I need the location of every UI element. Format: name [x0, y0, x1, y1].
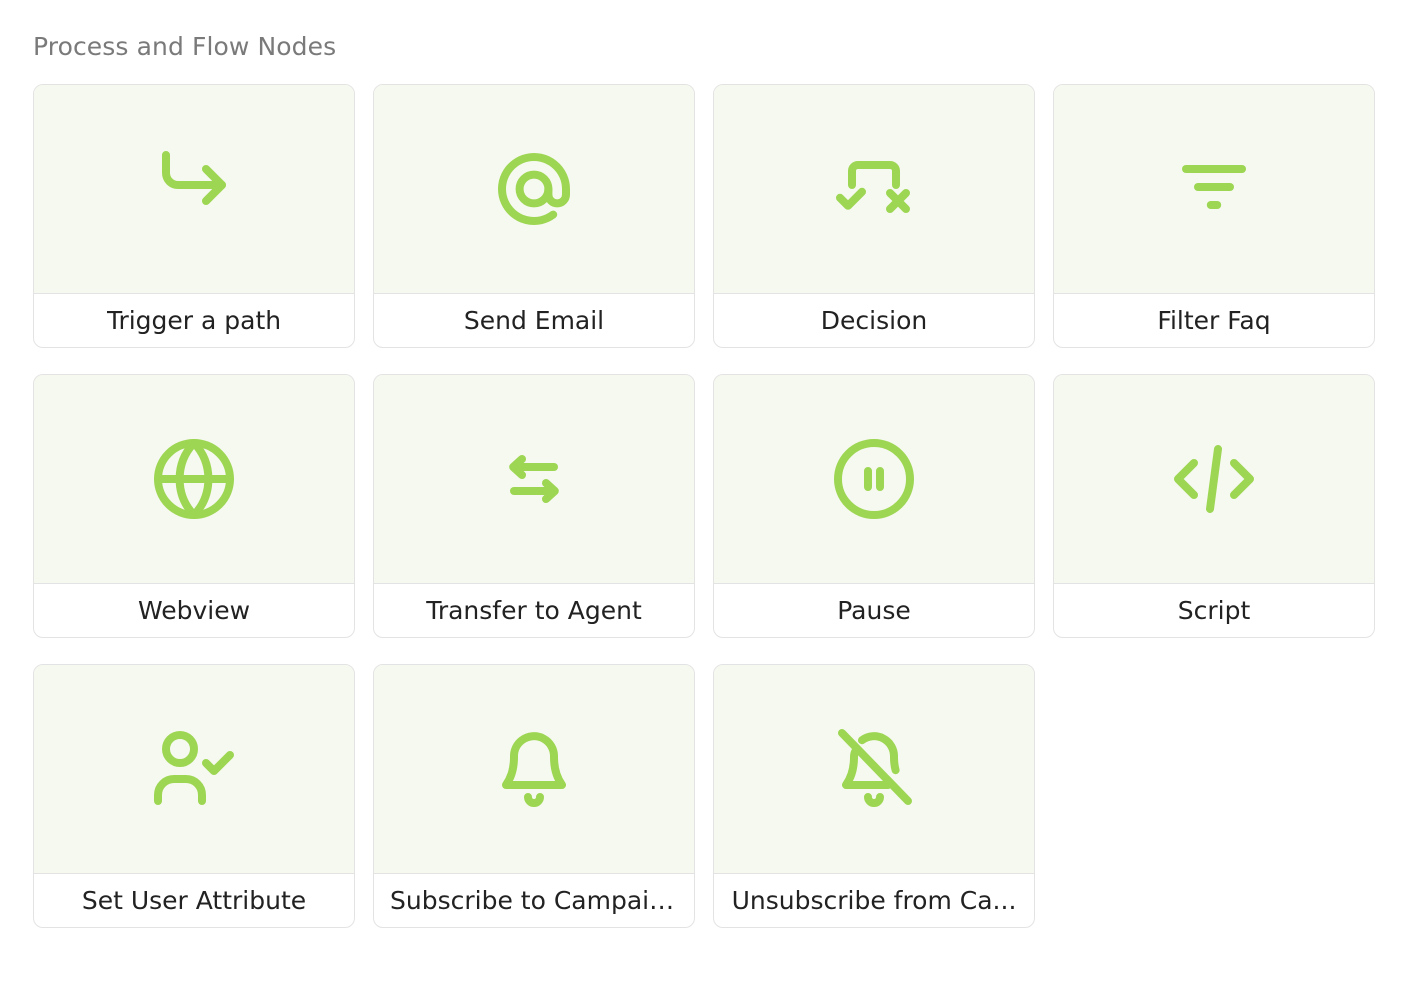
node-card-subscribe-to-campaign[interactable]: Subscribe to Campaign [373, 664, 695, 928]
node-card-set-user-attribute[interactable]: Set User Attribute [33, 664, 355, 928]
check-x-decision-icon [836, 161, 910, 213]
node-icon-area [1054, 375, 1374, 584]
node-label: Webview [137, 596, 251, 625]
node-icon-area [1054, 85, 1374, 294]
node-label: Set User Attribute [81, 886, 307, 915]
node-grid: Trigger a path Send Email Decision Filte… [33, 84, 1375, 928]
node-card-send-email[interactable]: Send Email [373, 84, 695, 348]
node-card-webview[interactable]: Webview [33, 374, 355, 638]
node-icon-area [714, 665, 1034, 874]
node-icon-area [714, 375, 1034, 584]
node-icon-area [34, 85, 354, 294]
code-icon [1174, 445, 1254, 513]
corner-down-right-arrow-icon [162, 151, 226, 205]
node-card-decision[interactable]: Decision [713, 84, 1035, 348]
node-icon-area [34, 375, 354, 584]
node-label: Send Email [463, 306, 605, 335]
node-card-pause[interactable]: Pause [713, 374, 1035, 638]
node-label: Script [1177, 596, 1251, 625]
user-check-icon [154, 731, 234, 805]
node-icon-area [374, 665, 694, 874]
node-icon-area [374, 85, 694, 294]
node-label: Unsubscribe from Ca... [731, 886, 1017, 915]
filter-lines-icon [1182, 165, 1246, 209]
node-icon-area [34, 665, 354, 874]
bell-off-icon [838, 729, 912, 807]
globe-icon [154, 439, 234, 519]
node-label: Transfer to Agent [426, 596, 642, 625]
transfer-arrows-icon [509, 455, 559, 503]
node-label: Subscribe to Campaign [390, 886, 678, 915]
section-title: Process and Flow Nodes [33, 32, 337, 61]
node-label: Filter Faq [1157, 306, 1271, 335]
node-card-filter-faq[interactable]: Filter Faq [1053, 84, 1375, 348]
at-sign-icon [498, 153, 570, 225]
node-card-unsubscribe-from-campaign[interactable]: Unsubscribe from Ca... [713, 664, 1035, 928]
node-label: Decision [820, 306, 928, 335]
pause-circle-icon [834, 439, 914, 519]
node-label: Pause [837, 596, 911, 625]
node-icon-area [374, 375, 694, 584]
node-card-transfer-to-agent[interactable]: Transfer to Agent [373, 374, 695, 638]
node-card-script[interactable]: Script [1053, 374, 1375, 638]
bell-icon [502, 732, 566, 807]
node-icon-area [714, 85, 1034, 294]
node-card-trigger-a-path[interactable]: Trigger a path [33, 84, 355, 348]
node-label: Trigger a path [106, 306, 282, 335]
